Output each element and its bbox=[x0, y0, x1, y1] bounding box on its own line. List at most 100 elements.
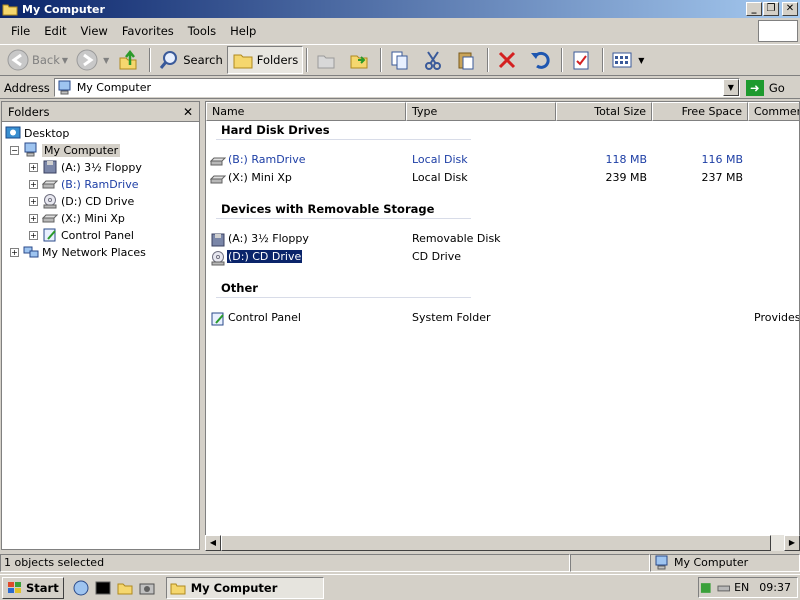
up-button[interactable] bbox=[113, 46, 146, 74]
search-label: Search bbox=[183, 53, 223, 67]
move-to-button[interactable] bbox=[311, 46, 344, 74]
cd-icon bbox=[43, 194, 57, 209]
tree-node-desktop[interactable]: Desktop bbox=[5, 125, 69, 141]
group-divider bbox=[216, 297, 471, 298]
task-button-my-computer[interactable]: My Computer bbox=[165, 576, 324, 599]
undo-button[interactable] bbox=[525, 46, 558, 74]
column-header-comments[interactable]: Comments bbox=[748, 102, 799, 121]
menu-help[interactable]: Help bbox=[223, 24, 263, 38]
start-button[interactable]: Start bbox=[2, 576, 64, 599]
scroll-thumb[interactable] bbox=[221, 535, 771, 551]
expand-toggle[interactable]: + bbox=[29, 179, 38, 189]
menu-tools[interactable]: Tools bbox=[181, 24, 223, 38]
browser-icon[interactable] bbox=[72, 579, 90, 597]
tree-node-network-places[interactable]: + My Network Places bbox=[10, 244, 146, 260]
go-button[interactable]: ➜ Go bbox=[745, 79, 785, 96]
folder-icon[interactable] bbox=[116, 579, 134, 597]
search-icon bbox=[160, 51, 178, 69]
chevron-down-icon[interactable]: ▼ bbox=[638, 56, 644, 65]
delete-button[interactable] bbox=[492, 46, 525, 74]
collapse-toggle[interactable]: − bbox=[10, 145, 19, 155]
row-type: Local Disk bbox=[412, 171, 468, 184]
column-header-free-space[interactable]: Free Space bbox=[652, 102, 748, 121]
clock[interactable]: 09:37 bbox=[759, 581, 791, 594]
cut-button[interactable] bbox=[418, 46, 451, 74]
tree-node-floppy[interactable]: + (A:) 3½ Floppy bbox=[29, 159, 142, 175]
column-header-type[interactable]: Type bbox=[406, 102, 556, 121]
table-row[interactable]: (D:) CD Drive CD Drive bbox=[206, 249, 799, 266]
group-header: Devices with Removable Storage bbox=[221, 202, 435, 216]
control-panel-icon bbox=[211, 312, 224, 326]
computer-icon bbox=[655, 555, 668, 569]
computer-icon bbox=[24, 142, 37, 157]
copy-to-button[interactable] bbox=[344, 46, 377, 74]
minimize-button[interactable]: _ bbox=[746, 2, 762, 16]
search-button[interactable]: Search bbox=[154, 46, 227, 74]
scroll-left-button[interactable]: ◀ bbox=[205, 535, 221, 551]
group-divider bbox=[216, 218, 471, 219]
table-row[interactable]: (X:) Mini Xp Local Disk 239 MB 237 MB bbox=[206, 171, 799, 187]
properties-button[interactable] bbox=[566, 46, 599, 74]
command-prompt-icon[interactable] bbox=[94, 579, 112, 597]
drive-icon bbox=[42, 214, 58, 223]
menu-file[interactable]: File bbox=[4, 24, 37, 38]
copy-button[interactable] bbox=[385, 46, 418, 74]
tree-node-my-computer[interactable]: − My Computer bbox=[10, 142, 121, 158]
group-header: Hard Disk Drives bbox=[221, 123, 330, 137]
column-header-total-size[interactable]: Total Size bbox=[556, 102, 652, 121]
scroll-right-button[interactable]: ▶ bbox=[784, 535, 800, 551]
folder-icon bbox=[233, 54, 253, 69]
tree-node-mini-xp[interactable]: + (X:) Mini Xp bbox=[29, 210, 125, 226]
tree-node-cd-drive[interactable]: + (D:) CD Drive bbox=[29, 193, 134, 209]
expand-toggle[interactable]: + bbox=[29, 162, 38, 172]
views-icon bbox=[612, 52, 632, 68]
views-button[interactable]: ▼ bbox=[607, 46, 648, 74]
up-folder-icon bbox=[119, 49, 137, 70]
chevron-down-icon[interactable]: ▼ bbox=[103, 56, 109, 65]
forward-arrow-icon bbox=[76, 49, 98, 71]
horizontal-scrollbar[interactable]: ◀ ▶ bbox=[205, 535, 800, 551]
go-arrow-icon: ➜ bbox=[745, 79, 764, 96]
tree-node-ramdrive[interactable]: + (B:) RamDrive bbox=[29, 176, 139, 192]
drive-tray-icon[interactable] bbox=[717, 581, 731, 595]
copy-to-icon bbox=[350, 55, 368, 69]
copy-icon bbox=[391, 51, 408, 70]
expand-toggle[interactable]: + bbox=[29, 230, 38, 240]
toolbar-separator bbox=[561, 48, 564, 72]
back-arrow-icon bbox=[7, 49, 29, 71]
forward-button[interactable]: ▼ bbox=[72, 46, 113, 74]
expand-toggle[interactable]: + bbox=[29, 213, 38, 223]
expand-toggle[interactable]: + bbox=[10, 247, 19, 257]
folders-pane: Folders ✕ Desktop − My Computer + (A:) 3… bbox=[1, 101, 200, 550]
table-row[interactable]: Control Panel System Folder Provides bbox=[206, 311, 800, 327]
computer-icon bbox=[58, 80, 71, 94]
language-indicator[interactable]: EN bbox=[734, 581, 749, 594]
row-total-size: 239 MB bbox=[605, 171, 647, 184]
column-header-name[interactable]: Name bbox=[206, 102, 406, 121]
paste-button[interactable] bbox=[451, 46, 484, 74]
menu-favorites[interactable]: Favorites bbox=[115, 24, 181, 38]
expand-toggle[interactable]: + bbox=[29, 196, 38, 206]
network-tray-icon[interactable] bbox=[699, 581, 713, 595]
table-row[interactable]: (A:) 3½ Floppy Removable Disk bbox=[206, 232, 799, 248]
menu-edit[interactable]: Edit bbox=[37, 24, 73, 38]
status-location: My Computer bbox=[650, 553, 800, 572]
menu-view[interactable]: View bbox=[74, 24, 115, 38]
back-button[interactable]: Back ▼ bbox=[3, 46, 72, 74]
drive-icon bbox=[210, 175, 226, 184]
toolbar-separator bbox=[306, 48, 309, 72]
title-bar[interactable]: My Computer _ ❐ ✕ bbox=[0, 0, 800, 18]
close-pane-icon[interactable]: ✕ bbox=[183, 105, 193, 119]
maximize-button[interactable]: ❐ bbox=[763, 2, 779, 16]
chevron-down-icon[interactable]: ▼ bbox=[62, 56, 68, 65]
address-input[interactable]: My Computer ▼ bbox=[53, 78, 740, 97]
row-comment: Provides bbox=[754, 311, 800, 324]
folders-button[interactable]: Folders bbox=[226, 46, 304, 74]
row-name: Control Panel bbox=[228, 311, 301, 324]
table-row[interactable]: (B:) RamDrive Local Disk 118 MB 116 MB bbox=[206, 153, 799, 169]
address-dropdown-button[interactable]: ▼ bbox=[722, 79, 739, 96]
tree-node-control-panel[interactable]: + Control Panel bbox=[29, 227, 134, 243]
row-type: Local Disk bbox=[412, 153, 468, 166]
camera-icon[interactable] bbox=[138, 579, 156, 597]
close-button[interactable]: ✕ bbox=[782, 2, 798, 16]
